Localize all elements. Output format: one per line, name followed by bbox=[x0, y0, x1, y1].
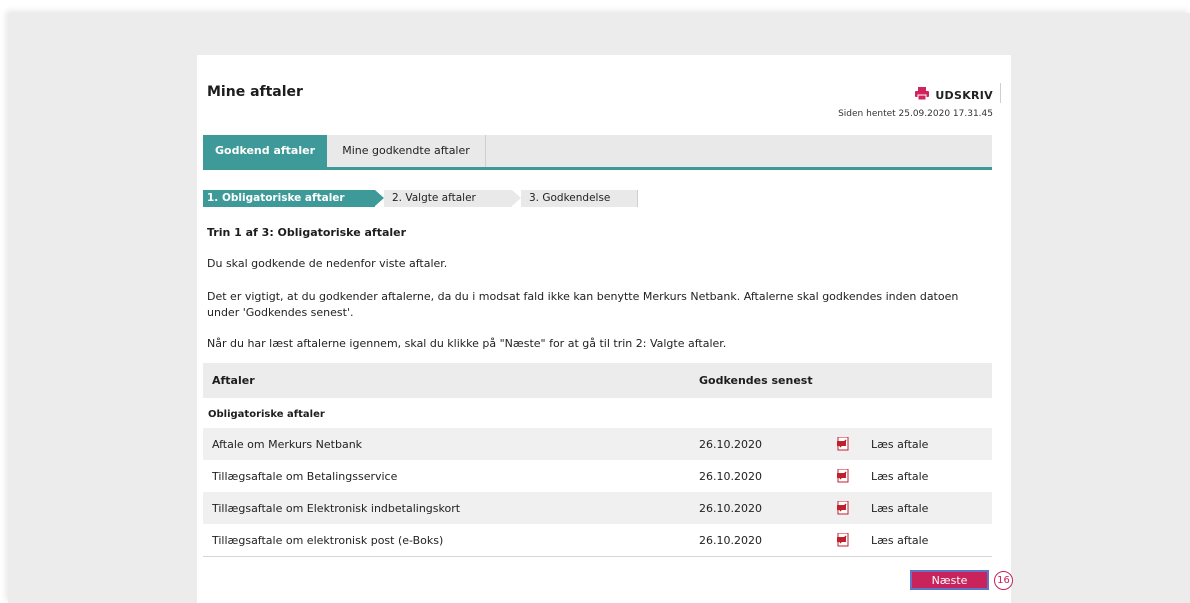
importance-text: Det er vigtigt, at du godkender aftalern… bbox=[207, 290, 959, 319]
next-button[interactable]: Næste bbox=[910, 570, 989, 590]
header-aftaler: Aftaler bbox=[212, 374, 255, 387]
table-row: Aftale om Merkurs Netbank 26.10.2020 Læs… bbox=[203, 428, 992, 460]
agreement-name: Tillægsaftale om elektronisk post (e-Bok… bbox=[212, 533, 444, 547]
fetched-timestamp: Siden hentet 25.09.2020 17.31.45 bbox=[838, 109, 993, 119]
instruction-text: Du skal godkende de nedenfor viste aftal… bbox=[207, 257, 448, 270]
read-agreement-link[interactable]: Læs aftale bbox=[871, 470, 928, 483]
step-1: 1. Obligatoriske aftaler bbox=[203, 190, 375, 207]
step-2: 2. Valgte aftaler bbox=[384, 190, 512, 207]
tab-mine-godkendte-aftaler[interactable]: Mine godkendte aftaler bbox=[327, 135, 486, 167]
header-godkendes-senest: Godkendes senest bbox=[699, 374, 813, 387]
next-step-text: Når du har læst aftalerne igennem, skal … bbox=[207, 337, 727, 350]
agreements-table: Aftaler Godkendes senest Obligatoriske a… bbox=[203, 363, 992, 557]
divider bbox=[203, 556, 992, 557]
read-agreement-link[interactable]: Læs aftale bbox=[871, 502, 928, 515]
step-indicator: 1. Obligatoriske aftaler 2. Valgte aftal… bbox=[203, 190, 639, 207]
print-button[interactable]: UDSKRIV bbox=[915, 83, 1001, 103]
table-header: Aftaler Godkendes senest bbox=[203, 363, 992, 398]
pdf-icon[interactable] bbox=[837, 533, 871, 547]
step-3: 3. Godkendelse bbox=[521, 190, 638, 207]
table-row: Tillægsaftale om Betalingsservice 26.10.… bbox=[203, 460, 992, 492]
agreement-deadline: 26.10.2020 bbox=[699, 469, 762, 483]
agreement-deadline: 26.10.2020 bbox=[699, 501, 762, 515]
pdf-icon[interactable] bbox=[837, 469, 871, 483]
read-agreement-link[interactable]: Læs aftale bbox=[871, 534, 928, 547]
agreement-name: Tillægsaftale om Betalingsservice bbox=[212, 469, 398, 483]
tab-godkend-aftaler[interactable]: Godkend aftaler bbox=[203, 135, 327, 167]
group-title: Obligatoriske aftaler bbox=[208, 409, 325, 420]
tab-bar: Godkend aftaler Mine godkendte aftaler bbox=[203, 135, 992, 170]
printer-icon bbox=[915, 87, 930, 103]
agreement-deadline: 26.10.2020 bbox=[699, 533, 762, 547]
page-title: Mine aftaler bbox=[207, 84, 303, 100]
table-row: Tillægsaftale om Elektronisk indbetaling… bbox=[203, 492, 992, 524]
agreements-panel: Mine aftaler UDSKRIV Siden hentet 25.09.… bbox=[197, 55, 1013, 603]
pdf-icon[interactable] bbox=[837, 437, 871, 451]
pdf-icon[interactable] bbox=[837, 501, 871, 515]
agreement-name: Tillægsaftale om Elektronisk indbetaling… bbox=[212, 501, 461, 515]
callout-marker: 16 bbox=[994, 571, 1013, 590]
divider bbox=[1000, 83, 1001, 103]
table-row: Tillægsaftale om elektronisk post (e-Bok… bbox=[203, 524, 992, 556]
step-arrow bbox=[512, 190, 521, 206]
step-title: Trin 1 af 3: Obligatoriske aftaler bbox=[207, 226, 407, 239]
agreement-name: Aftale om Merkurs Netbank bbox=[212, 437, 363, 451]
agreement-deadline: 26.10.2020 bbox=[699, 437, 762, 451]
step-arrow bbox=[375, 190, 384, 206]
print-label: UDSKRIV bbox=[935, 88, 993, 102]
read-agreement-link[interactable]: Læs aftale bbox=[871, 438, 928, 451]
